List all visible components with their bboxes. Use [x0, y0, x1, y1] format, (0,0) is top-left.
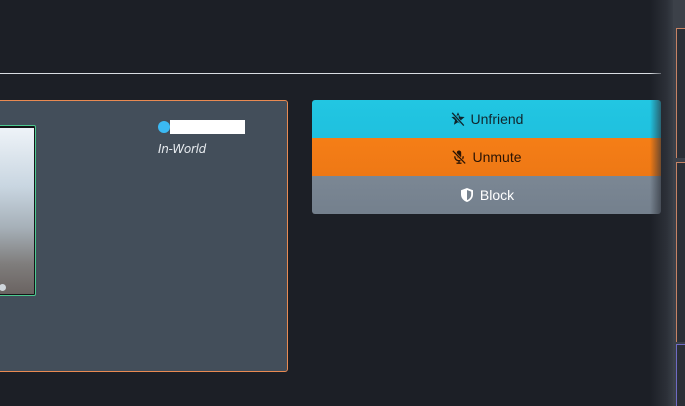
avatar-image	[0, 128, 34, 294]
avatar[interactable]	[0, 125, 36, 296]
shield-icon	[459, 187, 475, 203]
online-status-dot	[158, 121, 170, 133]
unmute-label: Unmute	[472, 149, 522, 165]
side-panel-section	[676, 344, 685, 406]
side-panel	[673, 0, 685, 406]
side-panel-section	[676, 28, 685, 158]
user-card: In-World	[0, 100, 288, 372]
unmute-button[interactable]: Unmute	[312, 138, 661, 176]
side-panel-shadow	[650, 0, 674, 406]
star-slash-icon	[450, 111, 466, 127]
username-redacted	[170, 120, 245, 134]
microphone-slash-icon	[451, 149, 467, 165]
block-label: Block	[479, 187, 515, 203]
header-divider	[0, 73, 661, 74]
presence-status: In-World	[158, 142, 206, 156]
friend-actions: Unfriend Unmute Block	[312, 100, 661, 214]
unfriend-label: Unfriend	[470, 111, 524, 127]
user-profile-page: In-World Unfriend Unmute Block	[0, 0, 685, 406]
unfriend-button[interactable]: Unfriend	[312, 100, 661, 138]
block-button[interactable]: Block	[312, 176, 661, 214]
side-panel-section	[676, 162, 685, 342]
